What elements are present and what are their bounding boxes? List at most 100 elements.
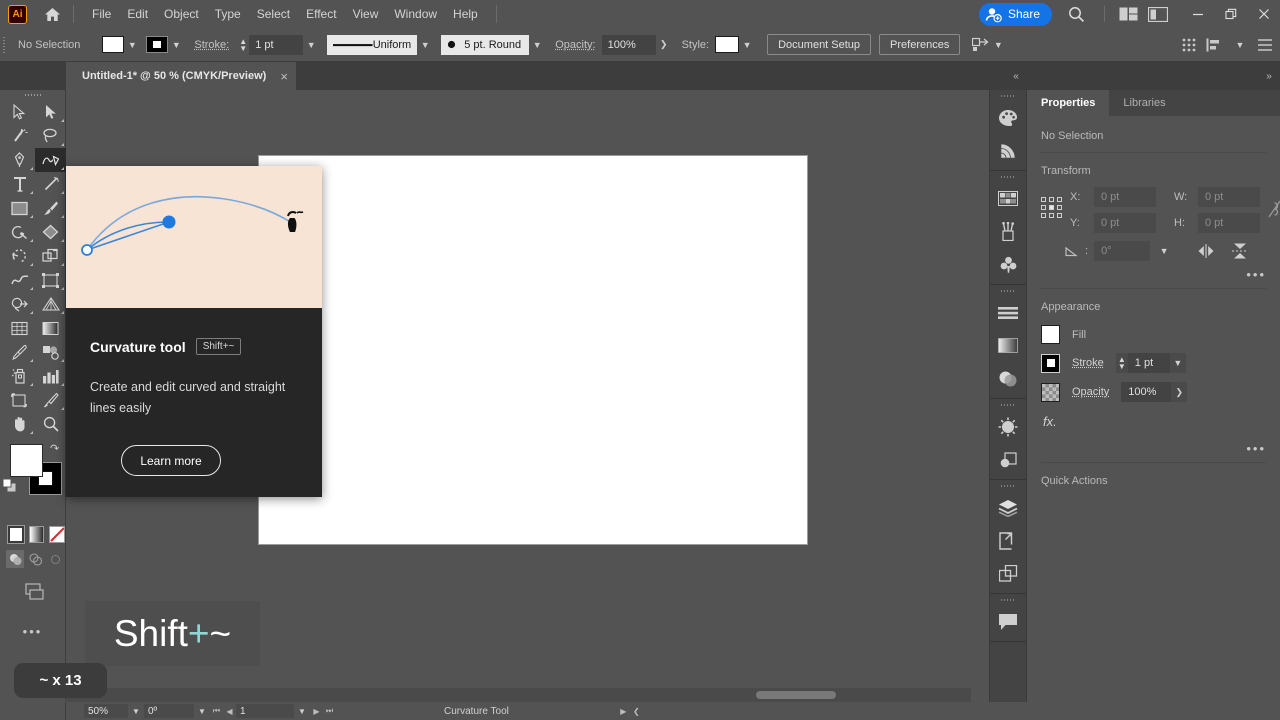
appearance-more-options-icon[interactable]: ••• [1246,441,1266,456]
symbols-panel-icon[interactable] [990,248,1026,281]
zoom-tool[interactable] [35,412,66,436]
stroke-weight-label[interactable]: Stroke: [194,39,229,51]
rotate-angle-caret-icon[interactable]: ▼ [1156,241,1172,261]
shaper-tool[interactable] [4,220,35,244]
transform-w-input[interactable]: 0 pt [1198,187,1260,207]
blend-tool[interactable] [35,340,66,364]
appearance-stroke-caret-icon[interactable]: ▼ [1170,353,1186,373]
first-artboard-icon[interactable]: ⏮ [210,706,223,716]
dock-collapse-icon[interactable]: « [1004,62,1028,90]
color-mode-button[interactable] [7,525,25,544]
artboard[interactable] [259,156,807,544]
asset-export-panel-icon[interactable] [990,524,1026,557]
gradient-mode-button[interactable] [28,526,45,543]
menu-edit[interactable]: Edit [119,4,156,24]
line-segment-tool[interactable] [35,172,66,196]
pen-tool[interactable] [4,148,35,172]
tab-libraries[interactable]: Libraries [1109,90,1179,116]
fill-color-swatch[interactable] [102,36,125,53]
document-setup-button[interactable]: Document Setup [767,34,872,55]
document-tab[interactable]: Untitled-1* @ 50 % (CMYK/Preview) × [66,62,296,90]
stroke-weight-stepper[interactable]: ▲ ▼ [237,37,249,52]
shape-builder-tool[interactable] [4,292,35,316]
color-guide-icon[interactable] [990,134,1026,167]
arrange-grid-icon[interactable] [1182,38,1196,52]
appearance-opacity-swatch[interactable] [1041,382,1060,402]
scale-tool[interactable] [35,244,66,268]
fill-color-box[interactable] [10,444,43,477]
stroke-color-swatch[interactable] [146,36,169,53]
appearance-stroke-label[interactable]: Stroke [1072,357,1104,369]
rotation-caret-icon[interactable]: ▼ [194,707,210,716]
brushes-panel-icon[interactable] [990,215,1026,248]
previous-artboard-icon[interactable]: ◀ [223,707,236,716]
reference-point-selector[interactable] [1041,187,1062,218]
dock-group-grip-5[interactable] [990,480,1026,491]
stroke-weight-caret-icon[interactable]: ▼ [303,35,319,55]
draw-inside-icon[interactable] [47,550,65,568]
dock-group-grip-3[interactable] [990,285,1026,296]
menu-object[interactable]: Object [156,4,207,24]
last-artboard-icon[interactable]: ⏭ [323,706,336,716]
appearance-stroke-stepper[interactable]: ▲ ▼ [1116,356,1128,371]
style-caret-icon[interactable]: ▼ [739,35,755,55]
artboard-tool[interactable] [4,388,35,412]
appearance-fill-swatch[interactable] [1041,325,1060,344]
panel-collapse-icon[interactable]: » [1258,62,1280,90]
transform-more-options-icon[interactable]: ••• [1246,267,1266,282]
gradient-tool[interactable] [35,316,66,340]
menu-help[interactable]: Help [445,4,486,24]
opacity-expand-icon[interactable]: ❯ [656,35,672,55]
status-expand-icon[interactable]: ❮ [630,707,643,716]
perspective-grid-tool[interactable] [35,292,66,316]
zoom-caret-icon[interactable]: ▼ [128,707,144,716]
align-panel-icon[interactable] [990,296,1026,329]
pathfinder-panel-icon[interactable] [990,443,1026,476]
type-tool[interactable] [4,172,35,196]
artboards-panel-icon[interactable] [990,557,1026,590]
menu-view[interactable]: View [345,4,387,24]
draw-normal-icon[interactable] [6,550,25,568]
paintbrush-tool[interactable] [35,196,66,220]
menu-type[interactable]: Type [207,4,249,24]
appearance-stroke-swatch[interactable] [1041,353,1060,373]
menu-window[interactable]: Window [386,4,445,24]
stroke-dropdown-caret-icon[interactable]: ▼ [168,35,184,55]
toolbar-edit-icon[interactable]: ••• [0,624,65,639]
hand-tool[interactable] [4,412,35,436]
color-panel-icon[interactable] [990,101,1026,134]
brush-definition-select[interactable]: 5 pt. Round [441,34,530,55]
fx-button[interactable]: fx. [1043,414,1057,429]
close-button[interactable] [1247,0,1280,28]
stroke-profile-caret-icon[interactable]: ▼ [417,35,433,55]
zoom-level-input[interactable]: 50% [84,704,128,718]
symbol-sprayer-tool[interactable] [4,364,35,388]
rectangle-tool[interactable] [4,196,35,220]
status-play-icon[interactable]: ▶ [617,707,630,716]
constrain-proportions-icon[interactable] [1268,187,1280,219]
flip-vertical-icon[interactable] [1232,242,1249,260]
eyedropper-tool[interactable] [4,340,35,364]
tools-panel-grip[interactable] [0,90,65,100]
stroke-profile-select[interactable]: Uniform [327,34,418,55]
none-mode-button[interactable] [49,526,66,543]
appearance-opacity-label[interactable]: Opacity [1072,386,1109,398]
flip-horizontal-icon[interactable] [1196,244,1216,258]
appearance-stroke-input[interactable]: 1 pt [1127,353,1170,373]
curvature-tool[interactable] [35,148,66,172]
opacity-label[interactable]: Opacity: [555,39,595,51]
artboard-caret-icon[interactable]: ▼ [294,707,310,716]
dock-group-grip[interactable] [990,90,1026,101]
eraser-tool[interactable] [35,220,66,244]
workspace-switcher-icon[interactable] [1143,6,1173,22]
stroke-weight-input[interactable]: 1 pt [249,34,304,55]
mesh-tool[interactable] [4,316,35,340]
preferences-button[interactable]: Preferences [879,34,961,55]
width-tool[interactable] [4,268,35,292]
column-graph-tool[interactable] [35,364,66,388]
magic-wand-tool[interactable] [4,124,35,148]
arrange-documents-icon[interactable] [1113,7,1143,21]
swap-fill-stroke-icon[interactable]: ↷ [50,442,59,455]
fill-dropdown-caret-icon[interactable]: ▼ [124,35,140,55]
transform-x-input[interactable]: 0 pt [1094,187,1156,207]
